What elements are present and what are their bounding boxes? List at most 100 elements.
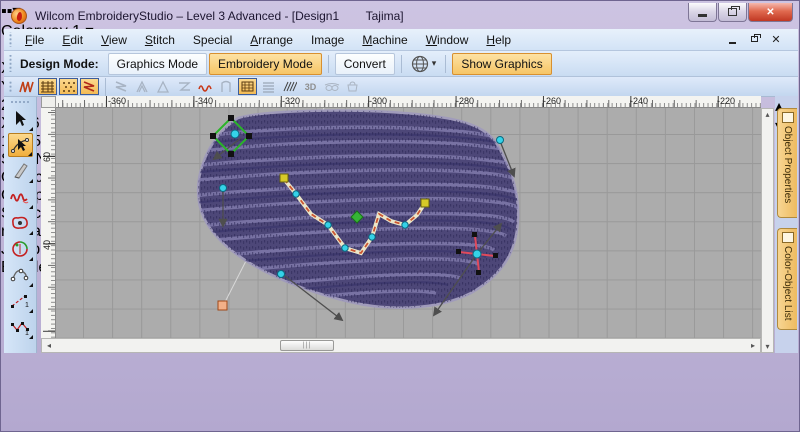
hscroll-thumb[interactable]: ||| bbox=[280, 340, 334, 351]
scroll-left-icon[interactable]: ◂ bbox=[42, 341, 56, 350]
zigzag-stitch-icon[interactable] bbox=[80, 78, 99, 95]
scroll-up-icon[interactable]: ▴ bbox=[762, 110, 773, 119]
menu-help[interactable]: Help bbox=[477, 31, 520, 49]
menu-view[interactable]: View bbox=[92, 31, 136, 49]
motif-run-icon[interactable] bbox=[154, 78, 173, 95]
flyout-arrow-icon bbox=[28, 309, 33, 313]
minimize-icon bbox=[698, 13, 707, 17]
anchor-node[interactable] bbox=[420, 198, 430, 208]
select-tool[interactable] bbox=[8, 107, 33, 131]
start-point-marker[interactable] bbox=[217, 300, 228, 311]
flyout-arrow-icon bbox=[28, 231, 33, 235]
anchor-node[interactable] bbox=[279, 173, 289, 183]
mdi-close-button[interactable]: ✕ bbox=[768, 31, 784, 47]
mdi-restore-icon bbox=[750, 34, 761, 42]
flyout-arrow-icon bbox=[28, 257, 33, 261]
toolbar-grip[interactable] bbox=[8, 79, 13, 94]
separator bbox=[400, 54, 402, 73]
title-bar[interactable]: Wilcom EmbroideryStudio – Level 3 Advanc… bbox=[3, 3, 799, 29]
triple-run-icon[interactable] bbox=[133, 78, 152, 95]
ruler-label: -320 bbox=[282, 96, 301, 106]
flyout-arrow-icon bbox=[28, 335, 33, 339]
globe-icon bbox=[411, 55, 428, 72]
stitch-toolbar: 3D bbox=[4, 77, 798, 97]
ruler-label: -280 bbox=[456, 96, 475, 106]
docked-panel-tabs: Object Properties Color-Object List ▴ ▾ bbox=[775, 96, 798, 353]
close-button[interactable]: ✕ bbox=[748, 3, 793, 22]
ruler-label: -220 bbox=[717, 96, 736, 106]
ruler-label: -340 bbox=[195, 96, 214, 106]
toolbar-grip[interactable] bbox=[10, 100, 30, 105]
scroll-right-icon[interactable]: ▸ bbox=[746, 341, 760, 350]
ruler-origin-button[interactable] bbox=[41, 96, 56, 108]
mdi-restore-button[interactable] bbox=[746, 31, 762, 47]
minimize-button[interactable] bbox=[688, 3, 717, 22]
satin-stitch-icon[interactable] bbox=[17, 78, 36, 95]
ruler-label: 60 bbox=[42, 152, 52, 163]
reshape-tool[interactable] bbox=[7, 133, 33, 157]
embroidery-mode-button[interactable]: Embroidery Mode bbox=[209, 52, 322, 75]
tab-object-properties[interactable]: Object Properties bbox=[777, 108, 797, 218]
graphics-mode-button[interactable]: Graphics Mode bbox=[107, 52, 208, 75]
tab-label: Color-Object List bbox=[782, 246, 793, 321]
appliance-circle-tool[interactable] bbox=[8, 237, 33, 261]
fusion-fill-icon[interactable] bbox=[238, 78, 257, 95]
freehand-squiggle-icon bbox=[10, 193, 29, 204]
toolbar-grip[interactable] bbox=[8, 54, 13, 73]
color-object-list-icon bbox=[781, 232, 794, 243]
separator bbox=[105, 77, 106, 96]
polyline-run-tool[interactable]: 1 bbox=[8, 315, 33, 339]
dropdown-arrow-icon: ▾ bbox=[431, 58, 437, 68]
menu-image[interactable]: Image bbox=[302, 31, 353, 49]
node-polygon-icon bbox=[10, 268, 29, 282]
knife-tool[interactable] bbox=[8, 159, 33, 183]
freehand-embroidery-tool[interactable] bbox=[8, 185, 33, 209]
menu-stitch[interactable]: Stitch bbox=[136, 31, 184, 49]
mdi-minimize-button[interactable] bbox=[724, 31, 740, 47]
3d-effect-icon[interactable]: 3D bbox=[301, 78, 320, 95]
window-title: Wilcom EmbroideryStudio – Level 3 Advanc… bbox=[35, 9, 404, 23]
restore-button[interactable] bbox=[718, 3, 747, 22]
vertical-ruler: 60 40 bbox=[41, 108, 56, 338]
design-mode-label: Design Mode: bbox=[20, 56, 99, 71]
contour-stitch-icon[interactable] bbox=[175, 78, 194, 95]
svg-text:1: 1 bbox=[25, 302, 29, 309]
ruler-label: 40 bbox=[42, 240, 52, 251]
split-circle-icon bbox=[12, 241, 28, 257]
toolbar-grip[interactable] bbox=[8, 32, 13, 47]
select-arrow-icon bbox=[16, 111, 26, 126]
column-shape-icon[interactable] bbox=[217, 78, 236, 95]
stitch-lines-icon[interactable] bbox=[259, 78, 278, 95]
vertical-scrollbar[interactable]: ▴ ▾ bbox=[761, 108, 774, 353]
single-run-tool[interactable]: 1 bbox=[8, 289, 33, 313]
program-split-icon[interactable] bbox=[59, 78, 78, 95]
glasses-icon[interactable] bbox=[322, 78, 341, 95]
tatami-fill-icon[interactable] bbox=[38, 78, 57, 95]
stitch-hatch-icon[interactable] bbox=[280, 78, 299, 95]
horizontal-scrollbar[interactable]: ◂ ||| ▸ bbox=[41, 338, 761, 353]
hoop-globe-button[interactable]: ▾ bbox=[407, 53, 441, 75]
scroll-down-icon[interactable]: ▾ bbox=[762, 342, 773, 351]
design-canvas[interactable] bbox=[56, 108, 761, 338]
digitize-shape-tool[interactable] bbox=[8, 263, 33, 287]
mdi-close-icon: ✕ bbox=[771, 33, 781, 46]
menu-file[interactable]: File bbox=[16, 31, 53, 49]
wave-fill-icon[interactable] bbox=[196, 78, 215, 95]
ruler-label: -260 bbox=[543, 96, 562, 106]
separator bbox=[445, 54, 447, 73]
show-graphics-button[interactable]: Show Graphics bbox=[452, 52, 552, 75]
outline-shape-icon bbox=[12, 216, 28, 229]
basket-icon[interactable] bbox=[343, 78, 362, 95]
convert-button[interactable]: Convert bbox=[334, 52, 395, 75]
menu-window[interactable]: Window bbox=[417, 31, 478, 49]
embroidery-object[interactable] bbox=[56, 108, 761, 338]
tab-color-object-list[interactable]: Color-Object List bbox=[777, 228, 797, 330]
run-stitch-icon[interactable] bbox=[112, 78, 131, 95]
flyout-arrow-icon bbox=[27, 152, 32, 156]
outline-design-tool[interactable] bbox=[8, 211, 33, 235]
menu-arrange[interactable]: Arrange bbox=[241, 31, 302, 49]
menu-special[interactable]: Special bbox=[184, 31, 241, 49]
ruler-label: -360 bbox=[108, 96, 127, 106]
menu-edit[interactable]: Edit bbox=[53, 31, 92, 49]
menu-machine[interactable]: Machine bbox=[353, 31, 416, 49]
